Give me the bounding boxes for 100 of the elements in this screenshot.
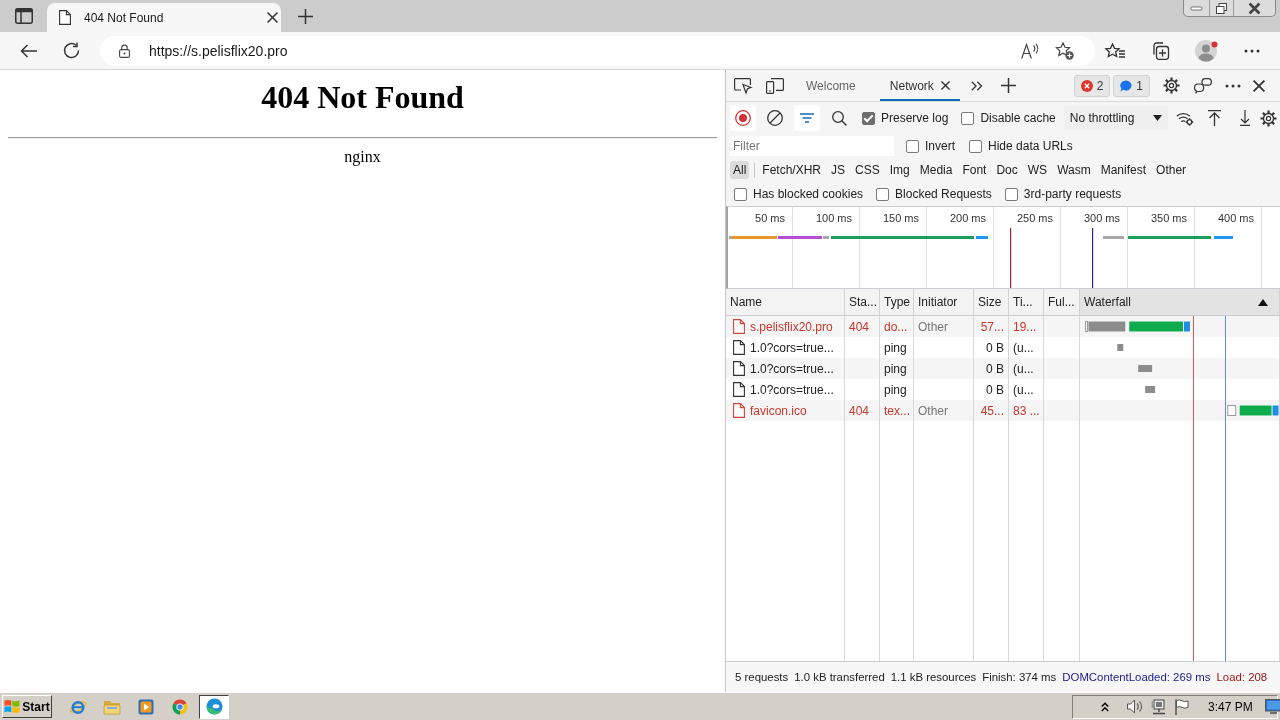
throttling-select[interactable]: No throttling xyxy=(1063,106,1168,130)
table-cell: 83 ... xyxy=(1009,400,1044,421)
tick-label: 350 ms xyxy=(1150,212,1187,224)
file-icon xyxy=(733,340,745,355)
checkbox-label: 3rd-party requests xyxy=(1023,187,1122,201)
filter-input[interactable]: Filter xyxy=(730,136,894,156)
table-row[interactable]: 1.0?cors=true... ping 0 B (u... xyxy=(726,358,1280,379)
more-icon xyxy=(1244,48,1260,53)
errors-button[interactable]: 2 xyxy=(1073,74,1111,97)
checkbox[interactable] xyxy=(1004,187,1018,201)
column-header[interactable]: Ti... xyxy=(1009,289,1044,315)
checkbox-label: Blocked Requests xyxy=(895,187,992,201)
checkbox[interactable] xyxy=(876,187,890,201)
timing-bar xyxy=(1138,365,1153,372)
checkbox-label: Invert xyxy=(925,139,955,153)
checkbox[interactable] xyxy=(862,111,875,125)
checkbox-label: Has blocked cookies xyxy=(753,187,864,201)
more-icon xyxy=(1225,83,1241,88)
column-header[interactable]: Sta... xyxy=(845,289,880,315)
request-name: s.pelisflix20.pro xyxy=(750,319,833,334)
table-row[interactable]: favicon.ico 404 tex... Other 45... 83 ... xyxy=(726,400,1280,421)
type-filter-button[interactable]: CSS xyxy=(852,161,883,179)
checkbox-label: Disable cache xyxy=(980,111,1056,125)
type-filter-button[interactable]: WS xyxy=(1024,161,1051,179)
devtools-tab[interactable]: Welcome xyxy=(796,70,866,101)
close-icon xyxy=(266,12,278,23)
column-header[interactable]: Name xyxy=(726,289,845,315)
checkbox-label: Preserve log xyxy=(881,111,949,125)
address-bar[interactable]: https://s.pelisflix20.pro xyxy=(100,35,1095,66)
type-filter-button[interactable]: Media xyxy=(916,161,956,179)
request-name: favicon.ico xyxy=(750,403,807,418)
type-filter-button[interactable]: Manifest xyxy=(1097,161,1150,179)
caret-down-icon xyxy=(1152,115,1162,121)
tick-label: 300 ms xyxy=(1083,212,1120,224)
browser-tab[interactable]: 404 Not Found xyxy=(47,3,281,32)
read-aloud-icon xyxy=(1021,42,1040,59)
start-button[interactable]: Start xyxy=(2,695,52,718)
type-filter-button[interactable]: Img xyxy=(886,161,913,179)
show-desktop-button[interactable] xyxy=(1264,696,1280,717)
type-filter-button[interactable]: Wasm xyxy=(1054,161,1094,179)
table-cell: tex... xyxy=(880,400,914,421)
device-icon xyxy=(766,77,784,94)
download-icon xyxy=(1239,110,1250,126)
taskbar-app-button[interactable] xyxy=(199,694,229,719)
network-button[interactable] xyxy=(1151,696,1167,717)
devtools-tab[interactable]: Network xyxy=(879,70,960,101)
lock-icon xyxy=(119,43,130,58)
summary-text: 1.1 kB resources xyxy=(890,671,977,683)
collections-icon xyxy=(1151,41,1169,60)
type-filter-button[interactable]: Font xyxy=(959,161,990,179)
tick-label: 150 ms xyxy=(882,212,919,224)
record-button[interactable] xyxy=(730,105,756,131)
table-row[interactable]: s.pelisflix20.pro 404 do... Other 57... 19... xyxy=(726,316,1280,337)
browser-logo-icon xyxy=(172,698,188,715)
settings-icon xyxy=(1260,109,1278,127)
timing-bar xyxy=(1145,386,1156,393)
table-cell: 404 xyxy=(845,400,880,421)
file-icon xyxy=(733,361,745,376)
plus-icon xyxy=(1001,78,1017,93)
favorites-icon xyxy=(1105,42,1125,59)
column-header[interactable]: Size xyxy=(974,289,1009,315)
type-filter-button[interactable]: JS xyxy=(828,161,849,179)
reload-icon xyxy=(62,42,80,59)
windows-flag-icon xyxy=(4,699,21,714)
column-header[interactable]: Waterfall xyxy=(1080,289,1280,315)
speaker-icon xyxy=(1127,699,1144,714)
summary-text: Load: 208 xyxy=(1216,671,1268,683)
tab-actions-icon xyxy=(15,8,33,24)
action-center-button[interactable] xyxy=(1175,696,1189,717)
timing-bar xyxy=(1214,236,1233,239)
table-cell: Other xyxy=(914,400,974,421)
messages-button[interactable]: 1 xyxy=(1113,74,1150,97)
tick-label: 400 ms xyxy=(1217,212,1254,224)
inspect-icon xyxy=(734,77,752,94)
clear-icon xyxy=(767,110,783,126)
timing-bar xyxy=(1103,236,1124,239)
timing-bar xyxy=(976,236,988,239)
tick-label: 250 ms xyxy=(1016,212,1053,224)
column-header[interactable]: Initiator xyxy=(914,289,974,315)
request-name: 1.0?cors=true... xyxy=(750,361,834,376)
checkbox[interactable] xyxy=(734,187,747,201)
summary-text: 1.0 kB transferred xyxy=(794,671,885,683)
close-icon xyxy=(1249,2,1260,14)
checkbox[interactable] xyxy=(969,139,982,153)
type-filter-button[interactable]: Other xyxy=(1153,161,1190,179)
settings-icon xyxy=(1162,77,1180,94)
file-icon xyxy=(733,319,745,334)
tick-label: 50 ms xyxy=(755,212,785,224)
column-header[interactable]: Type xyxy=(880,289,914,315)
type-filter-button[interactable]: All xyxy=(730,161,750,179)
type-filter-button[interactable]: Doc xyxy=(993,161,1021,179)
double-chevron-icon xyxy=(970,80,983,91)
type-filter-button[interactable]: Fetch/XHR xyxy=(759,161,825,179)
table-cell: 45... xyxy=(974,400,1009,421)
checkbox-label: Hide data URLs xyxy=(988,139,1073,153)
filter-button[interactable] xyxy=(794,105,820,131)
checkbox[interactable] xyxy=(961,111,975,125)
checkbox[interactable] xyxy=(906,139,919,153)
message-icon xyxy=(1120,79,1133,92)
file-icon xyxy=(733,382,745,397)
